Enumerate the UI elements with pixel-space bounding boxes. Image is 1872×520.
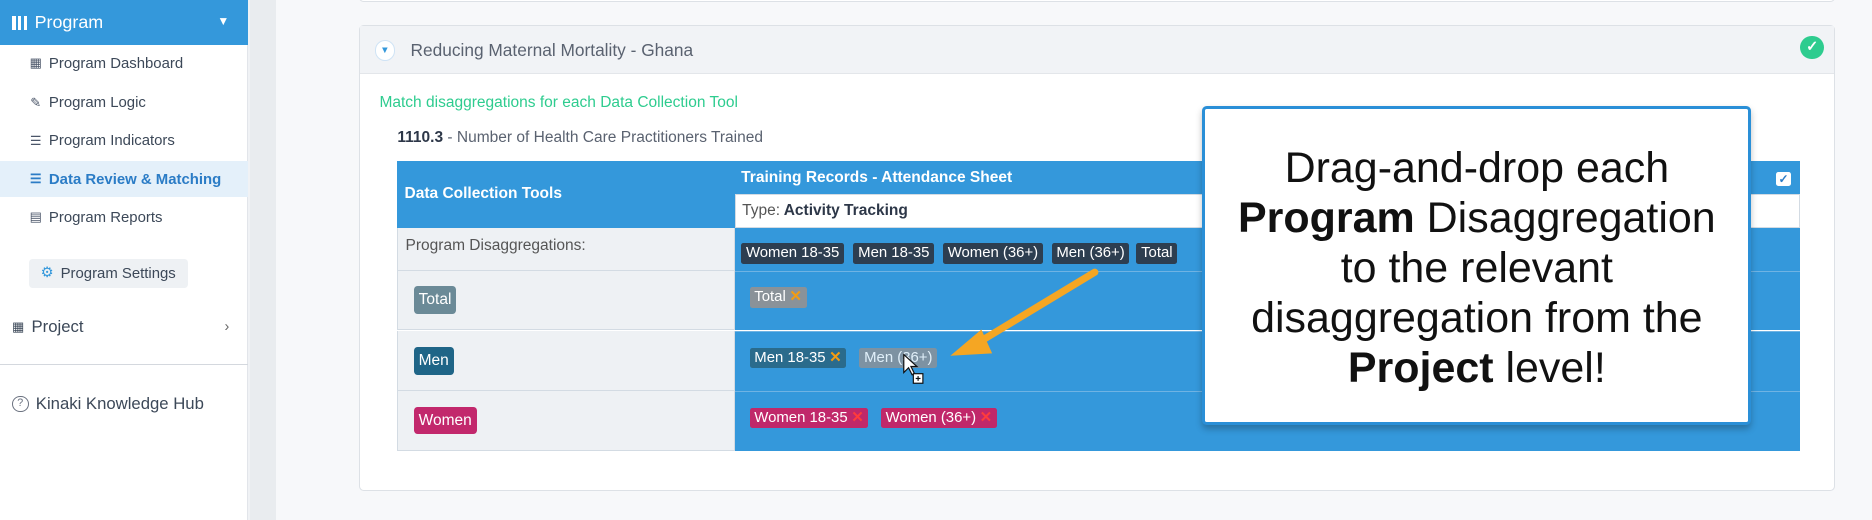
cursor-icon: [903, 353, 924, 384]
callout-bold-program: Program: [1238, 193, 1415, 242]
callout-text: level!: [1493, 344, 1606, 393]
instruction-callout: Drag-and-drop each Program Disaggregatio…: [1202, 106, 1752, 426]
app-root: Program ▼ ▦ Program Dashboard ✎ Program …: [0, 0, 1872, 520]
annotation-arrow: [950, 268, 1099, 356]
callout-line-5: Project level!: [1232, 343, 1723, 393]
callout-bold-project: Project: [1347, 344, 1494, 393]
callout-line-2: Program Disaggregation: [1232, 193, 1723, 243]
callout-text: Disaggregation: [1414, 193, 1716, 242]
callout-line-3: to the relevant: [1340, 243, 1613, 292]
callout-line-4: disaggregation from the: [1251, 294, 1703, 343]
callout-line-1: Drag-and-drop each: [1284, 143, 1670, 192]
